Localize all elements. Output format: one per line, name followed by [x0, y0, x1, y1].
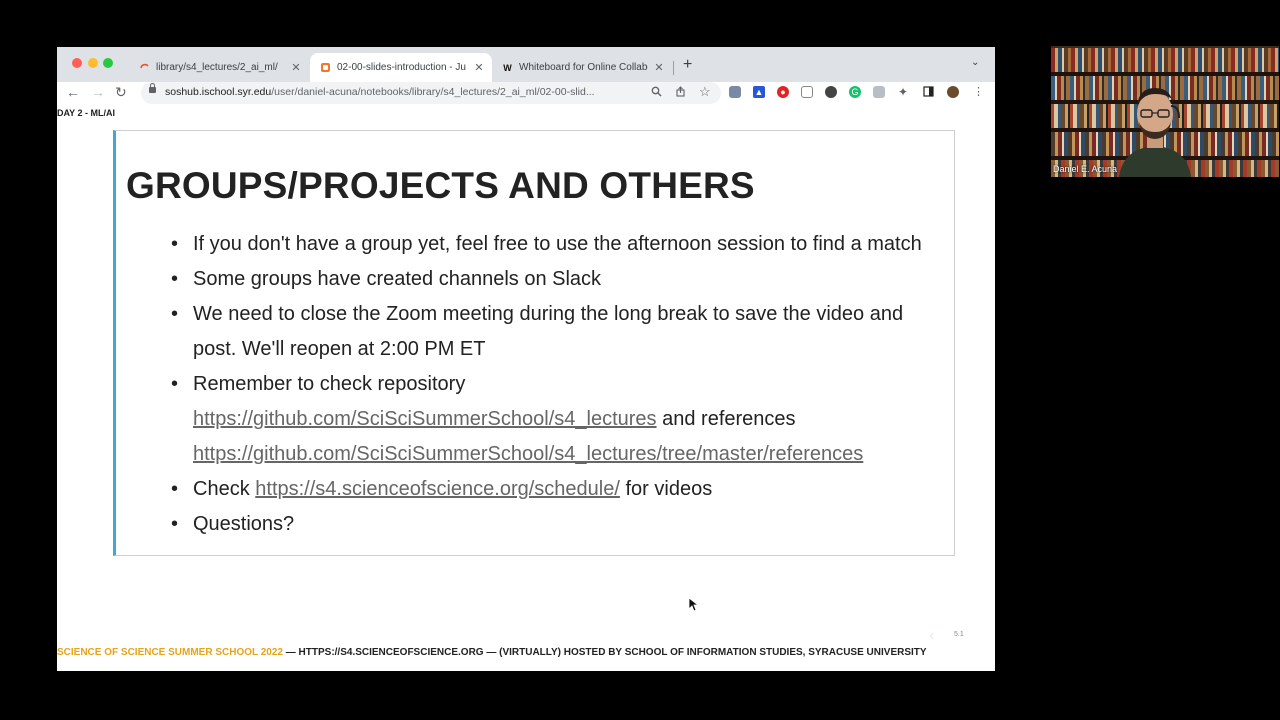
share-icon[interactable] — [675, 86, 686, 100]
tab-label: library/s4_lectures/2_ai_ml/ — [156, 62, 278, 73]
url-host: soshub.ischool.syr.edu — [165, 86, 272, 98]
loading-icon — [139, 62, 150, 73]
list-item-text: and references — [662, 408, 796, 430]
tab-close-icon[interactable]: ✕ — [472, 61, 486, 74]
profile-avatar[interactable] — [947, 86, 959, 98]
tab-divider — [673, 61, 674, 75]
mouse-cursor-icon — [688, 597, 700, 617]
close-window-button[interactable] — [72, 58, 82, 68]
extension-doc-icon[interactable] — [729, 86, 741, 98]
extension-graduation-icon[interactable]: ▲ — [753, 86, 765, 98]
tab-label: Whiteboard for Online Collabo — [519, 62, 648, 73]
list-item: Questions? — [171, 507, 951, 542]
webcam-video: Daniel E. Acuna — [1051, 46, 1279, 177]
tab-label: 02-00-slides-introduction - Ju — [337, 62, 466, 73]
extension-page-icon[interactable] — [801, 86, 813, 98]
list-item-text: Check — [193, 478, 250, 500]
tab-whiteboard[interactable]: W Whiteboard for Online Collabo ✕ — [492, 53, 672, 82]
slide-panel: GROUPS/PROJECTS AND OTHERS If you don't … — [113, 130, 955, 556]
slide-prev-arrow-icon[interactable]: ‹ — [929, 627, 934, 645]
slide-footer: SCIENCE OF SCIENCE SUMMER SCHOOL 2022 — … — [57, 647, 927, 658]
tab-close-icon[interactable]: ✕ — [289, 61, 303, 74]
footer-text: — HTTPS://S4.SCIENCEOFSCIENCE.ORG — (VIR… — [282, 647, 927, 658]
list-item: We need to close the Zoom meeting during… — [171, 297, 951, 367]
bullet-list: If you don't have a group yet, feel free… — [171, 227, 951, 542]
list-item-text: Remember to check repository — [193, 373, 466, 395]
slide-title: GROUPS/PROJECTS AND OTHERS — [126, 165, 755, 206]
zoom-icon[interactable] — [651, 86, 662, 100]
tab-slides[interactable]: 02-00-slides-introduction - Ju ✕ — [310, 53, 492, 82]
minimize-window-button[interactable] — [88, 58, 98, 68]
new-tab-button[interactable]: + — [683, 56, 692, 74]
w-icon: W — [503, 62, 512, 73]
references-link[interactable]: https://github.com/SciSciSummerSchool/s4… — [193, 443, 863, 465]
extension-screenshot-icon[interactable] — [873, 86, 885, 98]
chevron-down-icon[interactable]: ⌄ — [971, 57, 979, 68]
slide-number: 5.1 — [954, 631, 964, 638]
footer-school: SCIENCE OF SCIENCE SUMMER SCHOOL 2022 — [57, 647, 283, 658]
lock-icon — [149, 83, 156, 93]
list-item: Check https://s4.scienceofscience.org/sc… — [171, 472, 951, 507]
back-button[interactable]: ← — [66, 84, 80, 100]
bookshelf-row — [1051, 48, 1279, 72]
url-path: /user/daniel-acuna/notebooks/library/s4_… — [271, 86, 595, 98]
browser-toolbar: ← → ↻ soshub.ischool.syr.edu/user/daniel… — [57, 82, 995, 104]
extension-grammarly-icon[interactable]: G — [849, 86, 861, 98]
list-item-text: for videos — [625, 478, 713, 500]
url-text: soshub.ischool.syr.edu/user/daniel-acuna… — [165, 86, 645, 98]
schedule-link[interactable]: https://s4.scienceofscience.org/schedule… — [255, 478, 620, 500]
browser-window: library/s4_lectures/2_ai_ml/ ✕ 02-00-sli… — [57, 47, 995, 671]
address-bar[interactable]: soshub.ischool.syr.edu/user/daniel-acuna… — [141, 82, 721, 104]
tab-close-icon[interactable]: ✕ — [652, 61, 666, 74]
sidepanel-icon[interactable] — [923, 86, 934, 100]
presenter-figure — [1119, 88, 1191, 177]
tab-strip: library/s4_lectures/2_ai_ml/ ✕ 02-00-sli… — [57, 47, 995, 82]
list-item: If you don't have a group yet, feel free… — [171, 227, 951, 262]
puzzle-icon[interactable]: ✦ — [898, 85, 908, 99]
extension-stop-icon[interactable]: ● — [777, 86, 789, 98]
extension-ai-icon[interactable] — [825, 86, 837, 98]
more-menu-icon[interactable]: ⋮ — [973, 85, 984, 98]
star-icon[interactable]: ☆ — [699, 84, 711, 100]
reload-button[interactable]: ↻ — [115, 84, 127, 101]
forward-button[interactable]: → — [91, 84, 105, 100]
day-label: DAY 2 - ML/AI — [57, 108, 116, 118]
list-item: Some groups have created channels on Sla… — [171, 262, 951, 297]
participant-name: Daniel E. Acuna — [1053, 164, 1118, 174]
list-item: Remember to check repository https://git… — [171, 367, 951, 472]
jupyter-icon — [320, 62, 331, 73]
tab-library[interactable]: library/s4_lectures/2_ai_ml/ ✕ — [129, 53, 309, 82]
repository-link[interactable]: https://github.com/SciSciSummerSchool/s4… — [193, 408, 657, 430]
maximize-window-button[interactable] — [103, 58, 113, 68]
